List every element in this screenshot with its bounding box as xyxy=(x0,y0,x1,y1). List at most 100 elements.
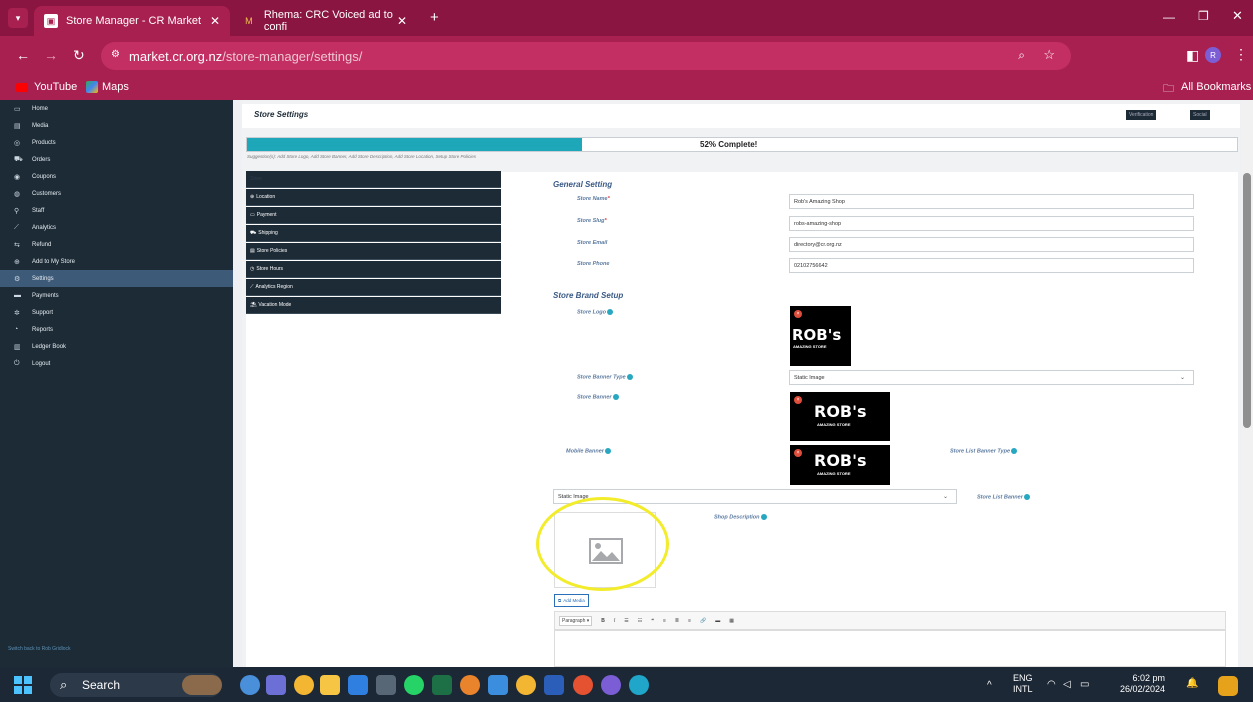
new-tab-button[interactable]: + xyxy=(430,9,439,26)
profile-avatar[interactable]: R xyxy=(1205,47,1221,63)
tab-analytics-region[interactable]: ⟋ Analytics Region xyxy=(246,279,501,296)
sidebar-item-support[interactable]: ✲ Support xyxy=(0,304,233,321)
align-right-icon[interactable]: ≡ xyxy=(688,618,691,624)
align-left-icon[interactable]: ≡ xyxy=(663,618,666,624)
help-icon[interactable] xyxy=(1023,494,1030,500)
tab-store-policies[interactable]: ▤ Store Policies xyxy=(246,243,501,260)
calculator-icon[interactable] xyxy=(376,675,396,695)
tab-search-button[interactable]: ▾ xyxy=(8,8,28,28)
add-media-button[interactable]: ⧉ Add Media xyxy=(554,594,589,607)
store-name-input[interactable]: Rob's Amazing Shop xyxy=(789,194,1194,209)
store-phone-input[interactable]: 02102756642 xyxy=(789,258,1194,273)
help-icon[interactable] xyxy=(607,309,614,315)
store-slug-input[interactable]: robs-amazing-shop xyxy=(789,216,1194,231)
reload-icon[interactable]: ↻ xyxy=(73,47,85,64)
remove-image-icon[interactable]: × xyxy=(794,310,802,318)
remove-image-icon[interactable]: × xyxy=(794,449,802,457)
widgets-icon[interactable] xyxy=(182,675,222,695)
bookmark-star-icon[interactable]: ☆ xyxy=(1043,47,1055,63)
close-tab-icon[interactable]: ✕ xyxy=(397,14,407,28)
tab-payment[interactable]: ▭ Payment xyxy=(246,207,501,224)
social-button[interactable]: Social xyxy=(1190,110,1210,120)
align-center-icon[interactable]: ≣ xyxy=(675,618,679,624)
sidebar-item-settings[interactable]: ⚙ Settings xyxy=(0,270,233,287)
excel-icon[interactable] xyxy=(432,675,452,695)
wifi-icon[interactable]: ◠ xyxy=(1047,679,1056,690)
word-icon[interactable] xyxy=(544,675,564,695)
volume-icon[interactable]: ◁ xyxy=(1063,679,1071,690)
weather-badge-icon[interactable] xyxy=(1218,676,1238,696)
paragraph-select[interactable]: Paragraph ▾ xyxy=(559,615,593,626)
description-editor[interactable] xyxy=(554,630,1226,667)
sidebar-item-reports[interactable]: ◔ Reports xyxy=(0,321,233,338)
help-icon[interactable] xyxy=(626,374,633,380)
paint-icon[interactable] xyxy=(460,675,480,695)
chrome-icon[interactable] xyxy=(294,675,314,695)
sidebar-item-analytics[interactable]: ⟋ Analytics xyxy=(0,219,233,236)
minimize-icon[interactable]: — xyxy=(1163,10,1175,24)
chrome-profile-icon[interactable] xyxy=(601,675,621,695)
tab-vacation-mode[interactable]: ⛱ Vacation Mode xyxy=(246,297,501,314)
tab-store-hours[interactable]: ◷ Store Hours xyxy=(246,261,501,278)
sidebar-item-logout[interactable]: ⏻ Logout xyxy=(0,355,233,372)
file-explorer-icon[interactable] xyxy=(320,675,340,695)
banner-type-select[interactable]: Static Image ⌄ xyxy=(789,370,1194,385)
sidebar-item-orders[interactable]: ⛟ Orders xyxy=(0,151,233,168)
store-email-input[interactable]: directory@cr.org.nz xyxy=(789,237,1194,252)
back-icon[interactable]: ← xyxy=(16,47,30,63)
help-icon[interactable] xyxy=(612,394,619,400)
tab-rhema[interactable]: M Rhema: CRC Voiced ad to confi ✕ xyxy=(232,6,417,36)
bookmark-maps[interactable]: Maps xyxy=(102,81,129,93)
sidebar-item-refund[interactable]: ⇆ Refund xyxy=(0,236,233,253)
remove-image-icon[interactable]: × xyxy=(794,396,802,404)
close-tab-icon[interactable]: ✕ xyxy=(210,14,220,28)
tab-store[interactable]: Store xyxy=(246,171,501,188)
teams-icon[interactable] xyxy=(266,675,286,695)
bold-icon[interactable]: B xyxy=(601,618,605,624)
link-icon[interactable]: 🔗 xyxy=(700,618,706,624)
sidebar-item-coupons[interactable]: ◉ Coupons xyxy=(0,168,233,185)
bullet-list-icon[interactable]: ☰ xyxy=(624,618,628,624)
sidebar-item-ledger-book[interactable]: ▥ Ledger Book xyxy=(0,338,233,355)
forward-icon[interactable]: → xyxy=(44,47,58,63)
sidebar-item-media[interactable]: ▤ Media xyxy=(0,117,233,134)
notification-bell-icon[interactable]: 🔔 xyxy=(1186,678,1198,689)
windows-start-icon[interactable] xyxy=(14,676,32,694)
help-icon[interactable] xyxy=(604,448,611,454)
app-blue-icon[interactable] xyxy=(488,675,508,695)
sidebar-item-add-to-my-store[interactable]: ⊕ Add to My Store xyxy=(0,253,233,270)
more-icon[interactable]: ▬ xyxy=(715,618,720,624)
italic-icon[interactable]: I xyxy=(614,618,615,624)
tab-location[interactable]: ⊕ Location xyxy=(246,189,501,206)
help-icon[interactable] xyxy=(1011,448,1018,454)
mobile-banner-image[interactable]: × ROB's AMAZING STORE xyxy=(790,445,890,485)
tab-store-manager[interactable]: ▣ Store Manager - CR Market ✕ xyxy=(34,6,230,36)
restore-icon[interactable]: ❐ xyxy=(1198,9,1209,23)
chrome-2-icon[interactable] xyxy=(516,675,536,695)
sidebar-item-staff[interactable]: ⚲ Staff xyxy=(0,202,233,219)
battery-icon[interactable]: ▭ xyxy=(1080,679,1089,690)
sidebar-item-payments[interactable]: ▬ Payments xyxy=(0,287,233,304)
numbered-list-icon[interactable]: ☷ xyxy=(638,618,642,624)
photos-icon[interactable] xyxy=(348,675,368,695)
tray-expand-icon[interactable]: ^ xyxy=(987,680,992,691)
sidebar-item-customers[interactable]: ◍ Customers xyxy=(0,185,233,202)
edge-icon[interactable] xyxy=(629,675,649,695)
whatsapp-icon[interactable] xyxy=(404,675,424,695)
copilot-icon[interactable] xyxy=(240,675,260,695)
store-logo-image[interactable]: × ROB's AMAZING STORE xyxy=(790,306,851,366)
zoom-icon[interactable]: ⌕ xyxy=(1018,48,1025,63)
store-banner-image[interactable]: × ROB's AMAZING STORE xyxy=(790,392,890,441)
blockquote-icon[interactable]: ❝ xyxy=(651,618,654,624)
site-info-icon[interactable]: ⚙ xyxy=(111,49,120,60)
switch-back-link[interactable]: Switch back to Rob Gridlock xyxy=(8,646,71,652)
close-window-icon[interactable]: ✕ xyxy=(1232,8,1243,24)
menu-kebab-icon[interactable]: ⋮ xyxy=(1234,46,1248,63)
bookmark-youtube[interactable]: YouTube xyxy=(34,81,77,93)
tab-shipping[interactable]: ⛟ Shipping xyxy=(246,225,501,242)
help-icon[interactable] xyxy=(760,514,767,520)
url-bar[interactable]: ⚙ market.cr.org.nz/store-manager/setting… xyxy=(101,42,1071,70)
language-indicator[interactable]: ENG INTL xyxy=(1013,673,1033,695)
clock[interactable]: 6:02 pm 26/02/2024 xyxy=(1113,673,1165,695)
side-panel-icon[interactable]: ◧ xyxy=(1186,47,1199,64)
